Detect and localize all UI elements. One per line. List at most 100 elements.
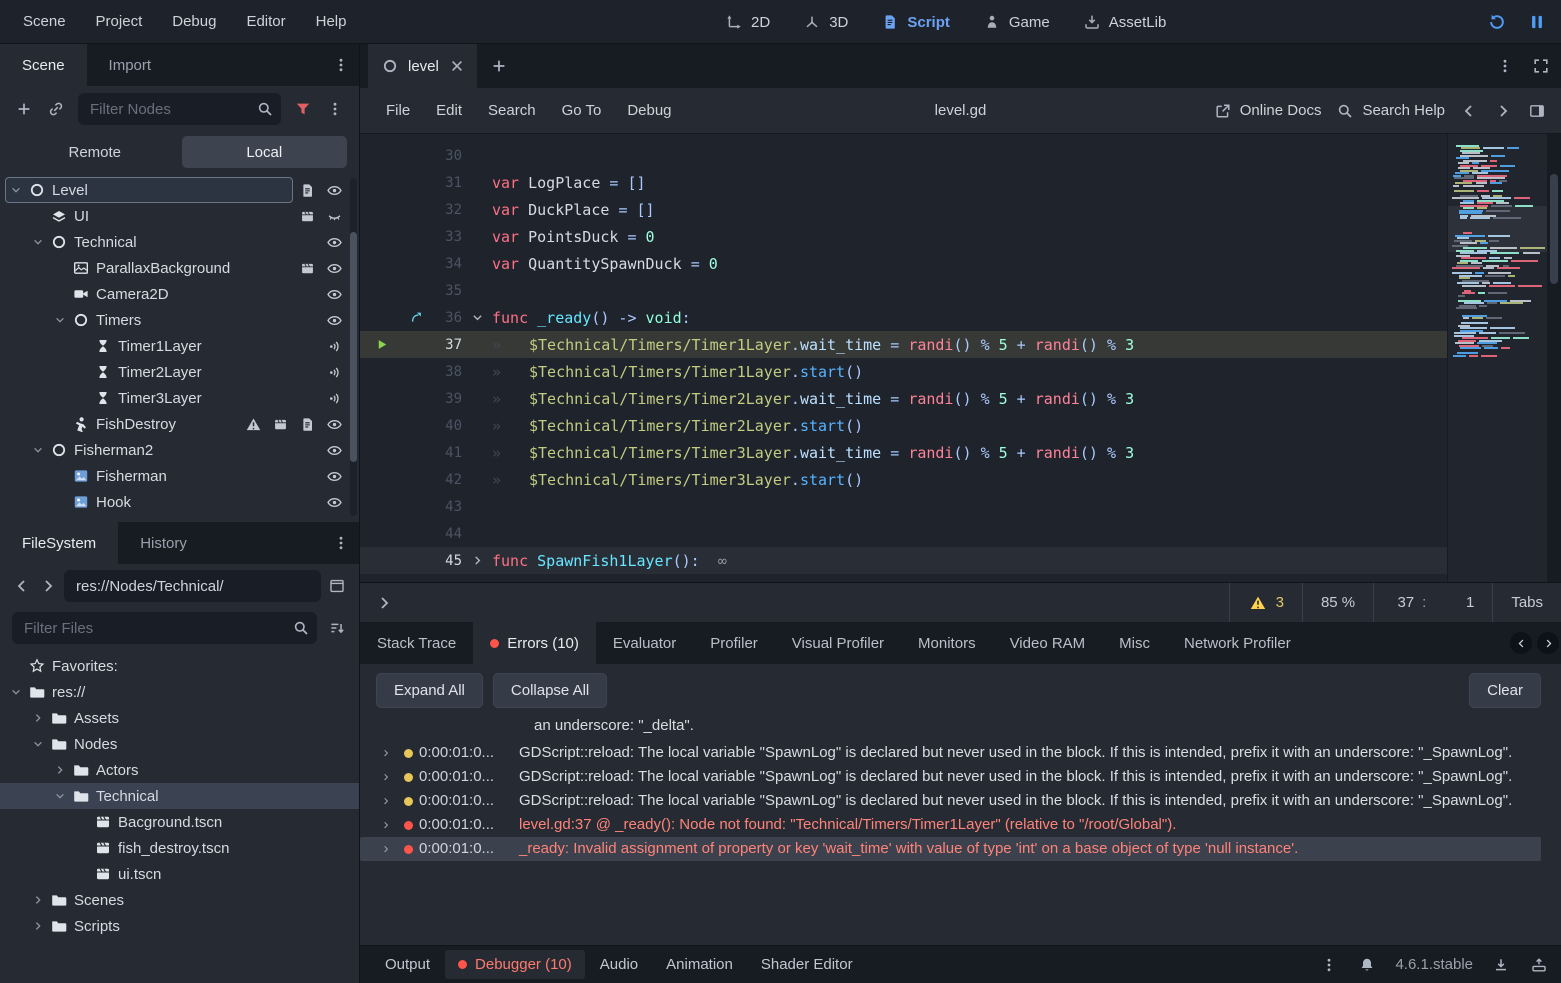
current-path-input[interactable]	[64, 578, 321, 595]
tree-collapse-arrow[interactable]	[50, 314, 70, 326]
code-line-32[interactable]: 32var DuckPlace = []	[360, 196, 1447, 223]
fs-item-assets[interactable]: Assets	[0, 705, 359, 731]
group-icon[interactable]	[298, 207, 316, 225]
menu-debug[interactable]: Debug	[159, 9, 229, 34]
debugger-tab-stack-trace[interactable]: Stack Trace	[360, 622, 473, 664]
tabs-scroll-right-icon[interactable]	[1537, 632, 1559, 654]
fs-item-ui-tscn[interactable]: ui.tscn	[0, 861, 359, 887]
scene-toolbar-menu-icon[interactable]	[325, 99, 345, 119]
eye-icon[interactable]	[325, 415, 343, 433]
scene-node-camera2d[interactable]: Camera2D	[0, 281, 359, 307]
fs-item-fish-destroy-tscn[interactable]: fish_destroy.tscn	[0, 835, 359, 861]
history-back-icon[interactable]	[1459, 101, 1479, 121]
bottom-panel-shader-editor[interactable]: Shader Editor	[748, 950, 866, 979]
debugger-tab-errors-10[interactable]: Errors (10)	[473, 622, 596, 664]
mode-2d[interactable]: 2D	[712, 7, 782, 37]
filter-nodes-input[interactable]	[78, 101, 281, 118]
scene-node-timer2layer[interactable]: Timer2Layer	[0, 359, 359, 385]
script-menu-file[interactable]: File	[374, 98, 422, 123]
debugger-tab-misc[interactable]: Misc	[1102, 622, 1167, 664]
indent-type[interactable]: Tabs	[1492, 583, 1561, 622]
scene-tab-import[interactable]: Import	[87, 44, 174, 86]
scene-node-ui[interactable]: UI	[0, 203, 359, 229]
signal-icon[interactable]	[325, 337, 343, 355]
bottom-panel-output[interactable]: Output	[372, 950, 443, 979]
script-menu-debug[interactable]: Debug	[615, 98, 683, 123]
code-line-38[interactable]: 38»$Technical/Timers/Timer1Layer.start()	[360, 358, 1447, 385]
fs-item-technical[interactable]: Technical	[0, 783, 359, 809]
tabs-scroll-left-icon[interactable]	[1510, 632, 1532, 654]
nav-forward-icon[interactable]	[38, 576, 58, 596]
online-docs-button[interactable]: Online Docs	[1213, 101, 1322, 121]
menu-help[interactable]: Help	[303, 9, 360, 34]
expand-row-arrow[interactable]: ›	[376, 838, 396, 860]
script-page-icon[interactable]	[298, 181, 316, 199]
error-row-3[interactable]: ›0:00:01:0...GDScript::reload: The local…	[360, 789, 1541, 813]
signal-icon[interactable]	[325, 363, 343, 381]
collapse-all-button[interactable]: Collapse All	[493, 673, 607, 708]
scrollbar-thumb[interactable]	[1550, 174, 1558, 284]
expand-all-button[interactable]: Expand All	[376, 673, 483, 708]
distraction-free-icon[interactable]	[1531, 56, 1551, 76]
scene-node-fisherman2[interactable]: Fisherman2	[0, 437, 359, 463]
code-line-36[interactable]: 36func _ready() -> void:	[360, 304, 1447, 331]
fs-item-favorites[interactable]: Favorites:	[0, 653, 359, 679]
debugger-tab-evaluator[interactable]: Evaluator	[596, 622, 693, 664]
script-menu-search[interactable]: Search	[476, 98, 548, 123]
code-line-42[interactable]: 42»$Technical/Timers/Timer3Layer.start()	[360, 466, 1447, 493]
menu-project[interactable]: Project	[83, 9, 156, 34]
fs-item-nodes[interactable]: Nodes	[0, 731, 359, 757]
expand-row-arrow[interactable]: ›	[376, 814, 396, 836]
filter-files-input[interactable]	[12, 620, 317, 637]
split-view-icon[interactable]	[327, 576, 347, 596]
error-row-1[interactable]: ›0:00:01:0...GDScript::reload: The local…	[360, 741, 1541, 765]
history-forward-icon[interactable]	[1493, 101, 1513, 121]
toggle-scripts-panel-icon[interactable]	[1527, 101, 1547, 121]
local-button[interactable]: Local	[182, 136, 348, 168]
add-node-icon[interactable]	[14, 99, 34, 119]
scene-node-hook[interactable]: Hook	[0, 489, 359, 515]
scene-tree-scrollbar[interactable]	[350, 178, 357, 516]
notifications-icon[interactable]	[1357, 955, 1377, 975]
script-tab-level[interactable]: level	[368, 44, 477, 88]
debugger-tab-profiler[interactable]: Profiler	[693, 622, 775, 664]
eye-icon[interactable]	[325, 233, 343, 251]
scene-node-parallaxbackground[interactable]: ParallaxBackground	[0, 255, 359, 281]
group-icon[interactable]	[298, 259, 316, 277]
mode-script[interactable]: Script	[868, 7, 962, 37]
eye-icon[interactable]	[325, 467, 343, 485]
mode-assetlib[interactable]: AssetLib	[1070, 7, 1179, 37]
editor-scrollbar[interactable]	[1547, 134, 1561, 582]
expand-status-icon[interactable]	[374, 593, 394, 613]
instance-scene-icon[interactable]	[46, 99, 66, 119]
code-line-33[interactable]: 33var PointsDuck = 0	[360, 223, 1447, 250]
error-row-5[interactable]: ›0:00:01:0..._ready: Invalid assignment …	[360, 837, 1541, 861]
eye-icon[interactable]	[325, 311, 343, 329]
minimap[interactable]	[1447, 134, 1547, 582]
fs-item-scripts[interactable]: Scripts	[0, 913, 359, 939]
script-list-menu-icon[interactable]	[1495, 56, 1515, 76]
debugger-tab-video-ram[interactable]: Video RAM	[993, 622, 1103, 664]
dots-vertical-icon[interactable]	[331, 55, 351, 75]
close-tab-icon[interactable]	[447, 56, 467, 76]
remote-button[interactable]: Remote	[12, 136, 178, 168]
bottom-panel-menu-icon[interactable]	[1319, 955, 1339, 975]
pause-icon[interactable]	[1527, 12, 1547, 32]
menu-editor[interactable]: Editor	[233, 9, 298, 34]
tree-collapse-arrow[interactable]	[50, 790, 70, 802]
filter-icon[interactable]	[293, 99, 313, 119]
zoom-indicator[interactable]: 85 %	[1302, 583, 1373, 622]
new-script-tab-icon[interactable]	[489, 56, 509, 76]
clear-button[interactable]: Clear	[1469, 673, 1541, 708]
signal-icon[interactable]	[325, 389, 343, 407]
bottom-panel-animation[interactable]: Animation	[653, 950, 746, 979]
script-page-icon[interactable]	[298, 415, 316, 433]
script-menu-go-to[interactable]: Go To	[550, 98, 614, 123]
warning-icon[interactable]	[244, 415, 262, 433]
tree-collapse-arrow[interactable]	[28, 444, 48, 456]
code-line-31[interactable]: 31var LogPlace = []	[360, 169, 1447, 196]
debugger-tab-network-profiler[interactable]: Network Profiler	[1167, 622, 1308, 664]
tree-expand-arrow[interactable]	[28, 920, 48, 932]
code-line-44[interactable]: 44	[360, 520, 1447, 547]
search-help-button[interactable]: Search Help	[1335, 101, 1445, 121]
